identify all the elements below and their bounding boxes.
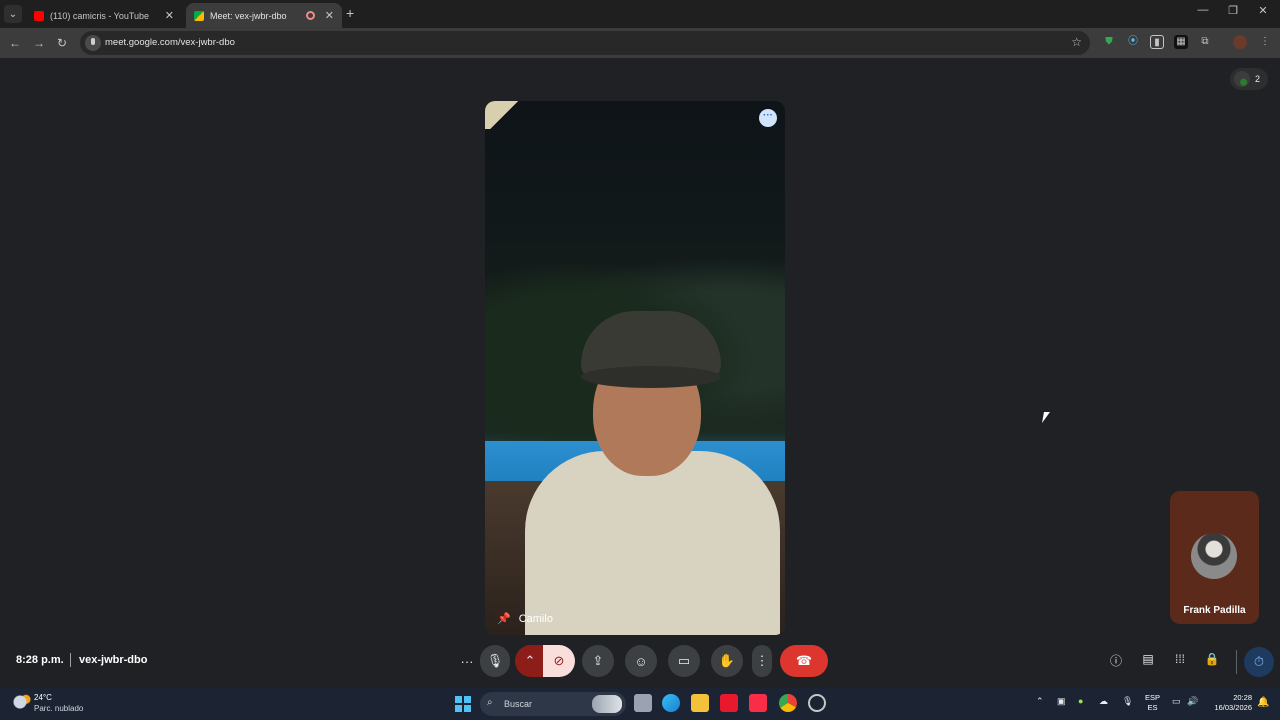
- search-placeholder: Buscar: [504, 699, 533, 709]
- chrome-icon[interactable]: [779, 694, 797, 712]
- keyboard-layout: ES: [1147, 703, 1158, 712]
- reactions-button[interactable]: ☺: [625, 645, 657, 677]
- minimize-button[interactable]: —: [1188, 4, 1218, 16]
- meet-icon: [194, 10, 204, 21]
- browser-toolbar: ← → ↻ meet.google.com/vex-jwbr-dbo ☆ ⛊ ⦿…: [0, 28, 1280, 58]
- roof-corner: [485, 101, 540, 129]
- meeting-code: vex-jwbr-dbo: [79, 654, 148, 666]
- back-button[interactable]: ←: [6, 34, 24, 52]
- divider: [70, 653, 71, 667]
- leave-call-button[interactable]: ☎: [780, 645, 828, 677]
- participant-label: 📌 Camilo: [497, 612, 553, 626]
- language-code: ESP: [1145, 693, 1161, 702]
- chat-icon[interactable]: ▤: [1138, 652, 1158, 670]
- volume-icon[interactable]: 🔊: [1187, 696, 1198, 707]
- clock-time: 20:28: [1233, 693, 1252, 702]
- acrobat-icon[interactable]: [720, 694, 738, 712]
- network-icon[interactable]: ▭: [1172, 696, 1181, 707]
- participant-count-badge[interactable]: 2: [1230, 68, 1268, 90]
- more-options-button[interactable]: ···: [453, 645, 481, 677]
- camera-options-button[interactable]: ⌃: [515, 645, 545, 677]
- music-icon[interactable]: [749, 694, 767, 712]
- self-name: Frank Padilla: [1183, 605, 1246, 616]
- participant-name: Camilo: [518, 612, 553, 625]
- tray-app-icon[interactable]: ▣: [1057, 696, 1066, 707]
- participant-count: 2: [1254, 74, 1260, 84]
- task-view-icon[interactable]: [634, 694, 652, 712]
- microphone-tray-icon[interactable]: 🎙: [1122, 696, 1133, 707]
- microphone-site-icon[interactable]: [85, 35, 101, 51]
- host-controls-icon[interactable]: 🔒: [1202, 652, 1222, 670]
- extensions-puzzle-icon[interactable]: ⧉: [1198, 35, 1212, 49]
- browser-menu-icon[interactable]: ⋮: [1258, 35, 1272, 49]
- url-text: meet.google.com/vex-jwbr-dbo: [105, 37, 235, 48]
- close-window-button[interactable]: ✕: [1248, 4, 1278, 17]
- activities-icon[interactable]: ⁞⁞⁞: [1170, 652, 1190, 670]
- participant-hat-brim: [581, 366, 721, 388]
- tab-title: (110) camicris - YouTube: [50, 10, 150, 21]
- raise-hand-button[interactable]: ✋: [711, 645, 743, 677]
- tray-green-icon[interactable]: ●: [1078, 696, 1083, 706]
- tab-title: Meet: vex-jwbr-dbo: [210, 10, 287, 21]
- clock-date: 16/03/2026: [1214, 703, 1252, 712]
- tile-more-options-icon[interactable]: ···: [759, 109, 777, 127]
- camera-off-button[interactable]: ⊘: [543, 645, 575, 677]
- divider: [1236, 650, 1237, 674]
- meeting-details-icon[interactable]: ⓘ: [1106, 652, 1126, 670]
- edge-icon[interactable]: [662, 694, 680, 712]
- weather-icon[interactable]: [12, 693, 32, 711]
- restore-button[interactable]: ❐: [1218, 4, 1248, 17]
- windows-taskbar: 24°C Parc. nublado ⌕ Buscar ⌃ ▣ ● ☁ 🎙 ES…: [0, 688, 1280, 720]
- self-video-tile[interactable]: Frank Padilla: [1170, 491, 1259, 624]
- search-highlight-image: [592, 695, 622, 713]
- present-screen-button[interactable]: ⇪: [582, 645, 614, 677]
- search-icon: ⌕: [487, 697, 493, 708]
- close-tab-icon[interactable]: ✕: [165, 9, 174, 22]
- browser-tabstrip: ⌄ (110) camicris - YouTube ✕ Meet: vex-j…: [0, 0, 1280, 28]
- self-avatar: [1191, 533, 1237, 579]
- participant-shirt: [525, 451, 780, 635]
- notifications-icon[interactable]: 🔔: [1257, 697, 1269, 708]
- audio-extension-icon[interactable]: ⦿: [1126, 35, 1140, 49]
- taskbar-search[interactable]: ⌕ Buscar: [480, 692, 626, 716]
- youtube-icon: [34, 10, 44, 21]
- microphone-button[interactable]: 🎙: [480, 645, 510, 677]
- app-icon[interactable]: [808, 694, 826, 712]
- tab-meet[interactable]: Meet: vex-jwbr-dbo ✕: [186, 3, 342, 28]
- weather-temperature[interactable]: 24°C: [34, 693, 52, 702]
- new-tab-button[interactable]: +: [346, 5, 354, 21]
- recording-icon: [305, 11, 315, 20]
- bookmark-extension-icon[interactable]: ▮: [1150, 35, 1164, 49]
- pin-icon[interactable]: 📌: [497, 612, 511, 625]
- system-clock[interactable]: 20:28 16/03/2026: [1208, 693, 1252, 713]
- captions-button[interactable]: ▭: [668, 645, 700, 677]
- reload-button[interactable]: ↻: [53, 34, 71, 52]
- tab-youtube[interactable]: (110) camicris - YouTube ✕: [26, 3, 182, 28]
- address-bar[interactable]: meet.google.com/vex-jwbr-dbo ☆: [80, 31, 1090, 55]
- forward-button[interactable]: →: [30, 34, 48, 52]
- file-explorer-icon[interactable]: [691, 694, 709, 712]
- shield-extension-icon[interactable]: ⛊: [1102, 35, 1116, 49]
- bookmark-star-icon[interactable]: ☆: [1071, 35, 1082, 49]
- meeting-time: 8:28 p.m.: [16, 654, 64, 666]
- language-indicator[interactable]: ESP ES: [1145, 693, 1160, 713]
- weather-description[interactable]: Parc. nublado: [34, 704, 83, 713]
- windows-start-icon[interactable]: [455, 696, 471, 712]
- main-video-tile[interactable]: ··· 📌 Camilo: [485, 101, 785, 635]
- onedrive-icon[interactable]: ☁: [1099, 696, 1108, 707]
- close-tab-icon[interactable]: ✕: [325, 9, 334, 22]
- timer-button[interactable]: ⏱: [1244, 647, 1274, 677]
- tray-chevron-icon[interactable]: ⌃: [1036, 696, 1044, 707]
- profile-avatar[interactable]: [1233, 35, 1247, 49]
- tab-search-button[interactable]: ⌄: [4, 5, 22, 23]
- more-actions-button[interactable]: ⋮: [752, 645, 772, 677]
- participant-avatar-icon: [1234, 71, 1250, 87]
- extension-icon[interactable]: ▦: [1174, 35, 1188, 49]
